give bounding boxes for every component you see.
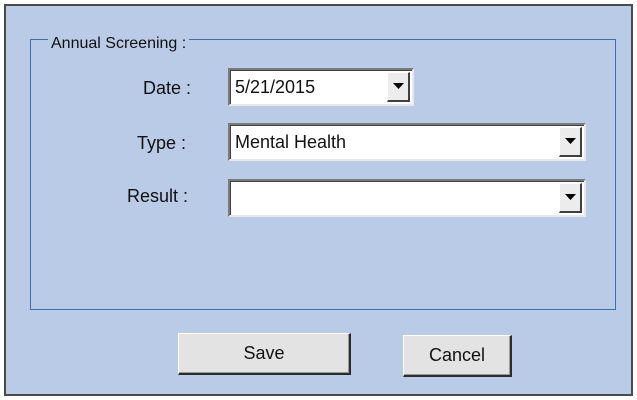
date-label: Date : [143,78,192,98]
cancel-button[interactable]: Cancel [403,335,512,377]
date-value: 5/21/2015 [235,77,316,97]
save-button[interactable]: Save [178,333,351,375]
groupbox-title: Annual Screening : [48,35,190,53]
date-dropdown[interactable]: 5/21/2015 [228,68,414,106]
type-label: Type : [137,133,187,153]
chevron-down-icon [565,194,576,200]
type-value: Mental Health [235,132,347,152]
type-dropdown[interactable]: Mental Health [228,123,586,161]
result-label: Result : [127,186,189,206]
result-dropdown[interactable] [228,179,586,217]
result-dropdown-button[interactable] [559,183,582,213]
date-dropdown-button[interactable] [387,72,410,102]
chevron-down-icon [393,83,404,89]
chevron-down-icon [565,138,576,144]
type-dropdown-button[interactable] [559,127,582,157]
